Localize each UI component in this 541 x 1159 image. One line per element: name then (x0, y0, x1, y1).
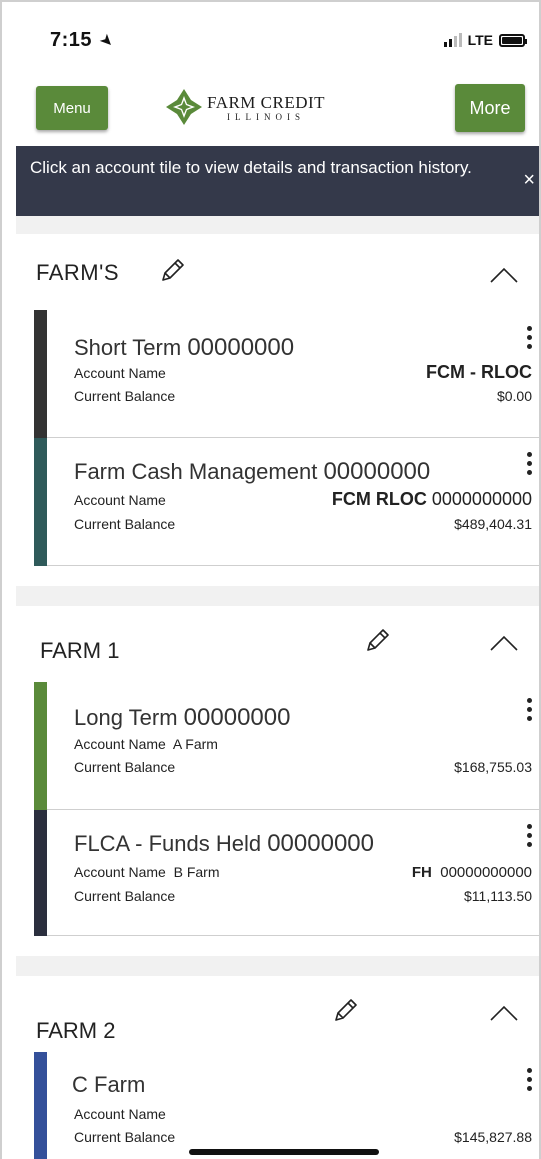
tile-color-bar (34, 438, 47, 566)
tile-color-bar (34, 810, 47, 936)
account-code: FCM RLOC (331, 489, 427, 509)
account-number: 00000000 (183, 704, 291, 731)
more-vertical-icon[interactable] (524, 1068, 534, 1091)
signal-icon (443, 33, 462, 47)
status-time: 7:15 ➤ (50, 29, 118, 52)
account-name-label-text: Account Name (74, 736, 166, 752)
battery-icon (499, 33, 527, 47)
farm-credit-logo[interactable]: FARM CREDIT ILLINOIS (165, 88, 325, 126)
account-tile[interactable]: Farm Cash Management 00000000 Account Na… (34, 438, 539, 566)
info-banner: Click an account tile to view details an… (16, 146, 539, 216)
pencil-icon[interactable] (364, 626, 392, 654)
current-balance-value: $489,404.31 (454, 516, 532, 532)
group-title: FARM'S (36, 260, 119, 285)
current-balance-label: Current Balance (74, 759, 176, 775)
tile-title: C Farm (72, 1072, 145, 1098)
current-balance-label: Current Balance (74, 888, 176, 904)
menu-button[interactable]: Menu (36, 86, 108, 130)
account-type: FLCA - Funds Held (74, 831, 262, 856)
location-arrow-icon: ➤ (95, 30, 118, 53)
account-name-value: B Farm (173, 864, 220, 880)
account-group-farm-1: FARM 1 Long Term 00000000 Account Name A… (16, 606, 539, 956)
account-tile[interactable]: Long Term 00000000 Account Name A Farm C… (34, 682, 539, 810)
account-code-number: 0000000000 (431, 489, 532, 509)
tile-color-bar (34, 1052, 47, 1159)
account-tile[interactable]: FLCA - Funds Held 00000000 Account Name … (34, 810, 539, 936)
logo-main-text: FARM CREDIT (207, 92, 326, 112)
account-type: Long Term (74, 705, 178, 730)
tile-divider (47, 935, 539, 936)
account-name-value: FCM RLOC 0000000000 (332, 489, 532, 510)
account-number: 00000000 (267, 830, 374, 857)
chevron-up-icon[interactable] (489, 634, 519, 652)
account-tile[interactable]: C Farm Account Name Current Balance $145… (34, 1052, 539, 1159)
more-button[interactable]: More (455, 84, 525, 132)
app-header: Menu FARM CREDIT ILLINOIS More (2, 72, 539, 146)
account-type: C Farm (72, 1072, 146, 1097)
status-indicators: LTE (443, 32, 527, 48)
farm-credit-logo-icon (166, 89, 202, 125)
account-name-label: Account Name (74, 492, 166, 508)
more-vertical-icon[interactable] (524, 698, 534, 721)
account-name-label-text: Account Name (74, 864, 166, 880)
more-vertical-icon[interactable] (524, 824, 534, 847)
group-title: FARM 1 (40, 638, 120, 663)
group-title: FARM 2 (36, 1018, 116, 1043)
account-type: Farm Cash Management (74, 459, 318, 484)
account-name-label: Account Name B Farm (74, 864, 220, 880)
account-name-label: Account Name A Farm (74, 736, 218, 752)
network-label: LTE (467, 32, 493, 48)
account-code-number: 00000000000 (440, 864, 532, 881)
chevron-up-icon[interactable] (489, 1004, 519, 1022)
account-tile[interactable]: Short Term 00000000 Account Name FCM - R… (34, 310, 539, 438)
close-icon[interactable]: × (523, 168, 535, 192)
tile-title: Long Term 00000000 (74, 704, 290, 732)
phone-screen: 7:15 ➤ LTE Menu FARM CREDIT ILLINOIS Mor… (0, 0, 541, 1159)
account-name-value: A Farm (172, 736, 218, 752)
account-group-farm-2: FARM 2 C Farm Account Name Current Balan… (16, 976, 539, 1159)
current-balance-value: $168,755.03 (454, 759, 532, 775)
tile-title: Short Term 00000000 (74, 334, 294, 362)
current-balance-value: $145,827.88 (454, 1129, 532, 1145)
status-bar: 7:15 ➤ LTE (2, 2, 539, 72)
account-group-farms: FARM'S Short Term 00000000 Account Name … (16, 234, 539, 586)
tile-title: Farm Cash Management 00000000 (74, 458, 430, 486)
account-number: 00000000 (187, 334, 295, 361)
tile-divider (47, 565, 539, 566)
banner-text: Click an account tile to view details an… (30, 158, 472, 177)
logo-text: FARM CREDIT ILLINOIS (207, 93, 325, 122)
home-indicator[interactable] (189, 1149, 379, 1155)
account-name-label: Account Name (74, 365, 166, 381)
tile-title: FLCA - Funds Held 00000000 (74, 830, 374, 858)
section-gap (16, 216, 539, 234)
account-code: FH (411, 864, 432, 881)
current-balance-label: Current Balance (74, 388, 176, 404)
current-balance-value: $0.00 (496, 388, 532, 404)
tile-color-bar (34, 310, 47, 438)
account-name-value: FCM - RLOC (426, 362, 532, 382)
section-gap (16, 956, 539, 976)
more-vertical-icon[interactable] (524, 326, 534, 349)
time-text: 7:15 (50, 29, 93, 51)
current-balance-label: Current Balance (74, 1129, 176, 1145)
pencil-icon[interactable] (332, 996, 360, 1024)
logo-sub-text: ILLINOIS (227, 111, 306, 122)
account-name-label: Account Name (74, 1106, 166, 1122)
section-gap (16, 586, 539, 606)
tile-color-bar (34, 682, 47, 810)
account-type: Short Term (74, 335, 182, 360)
current-balance-value: $11,113.50 (464, 888, 532, 904)
chevron-up-icon[interactable] (489, 266, 519, 284)
account-number: 00000000 (323, 458, 431, 485)
current-balance-label: Current Balance (74, 516, 176, 532)
pencil-icon[interactable] (159, 256, 187, 284)
more-vertical-icon[interactable] (524, 452, 534, 475)
account-code-value: FH 00000000000 (412, 864, 532, 881)
